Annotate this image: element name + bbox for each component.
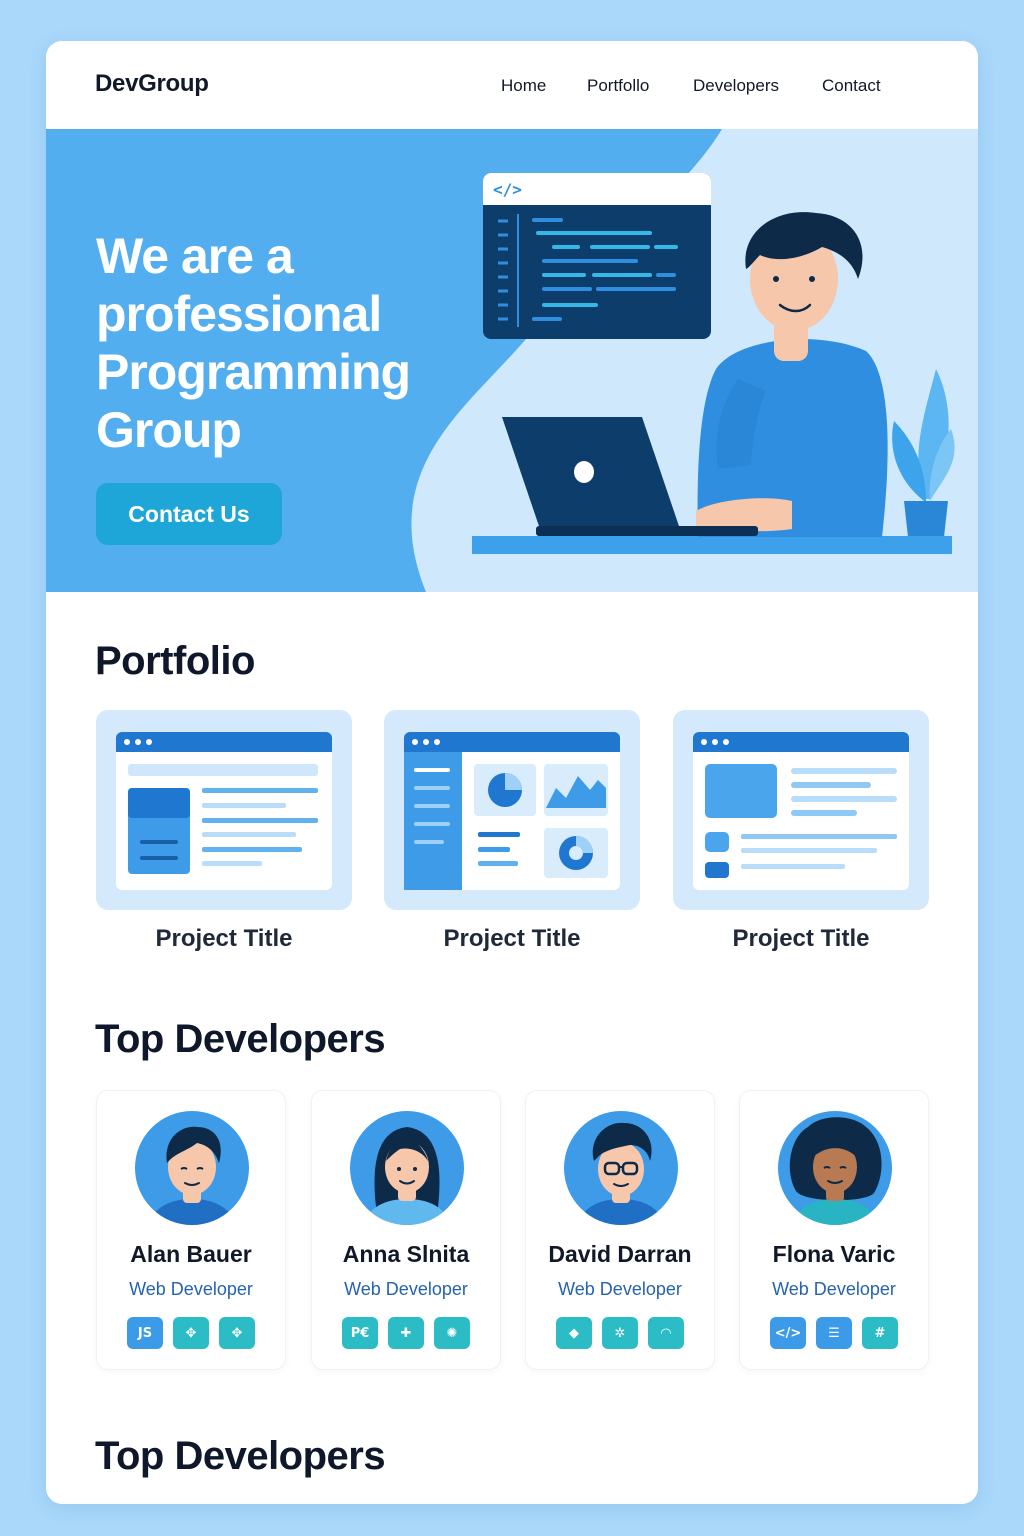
top-navbar: DevGroup Home Portfollo Developers Conta…	[46, 41, 978, 129]
developer-person-illustration	[696, 212, 888, 537]
page-card: DevGroup Home Portfollo Developers Conta…	[46, 41, 978, 1504]
puzzle-icon[interactable]: ✥	[173, 1317, 209, 1349]
code-window-icon: </>	[483, 173, 711, 339]
list-icon[interactable]: ☰	[816, 1317, 852, 1349]
avatar	[135, 1111, 249, 1225]
avatar	[350, 1111, 464, 1225]
hash-icon[interactable]: #	[862, 1317, 898, 1349]
hero-section: </> We are a professional Programming Gr…	[46, 129, 978, 592]
project-card-3[interactable]	[673, 710, 929, 910]
plant-icon	[892, 369, 955, 537]
svg-text:</>: </>	[493, 180, 522, 199]
desk	[472, 536, 952, 554]
top-developers-heading: Top Developers	[95, 1017, 386, 1061]
project-card-1[interactable]	[96, 710, 352, 910]
nav-link-developers[interactable]: Developers	[693, 76, 779, 96]
nav-link-home[interactable]: Home	[501, 76, 546, 96]
js-icon[interactable]: JS	[127, 1317, 163, 1349]
puzzle-icon[interactable]: ✥	[219, 1317, 255, 1349]
gear-icon[interactable]: ✲	[602, 1317, 638, 1349]
brain-icon[interactable]: ✺	[434, 1317, 470, 1349]
nav-link-contact[interactable]: Contact	[822, 76, 881, 96]
wifi-icon[interactable]: ◠	[648, 1317, 684, 1349]
contact-us-button[interactable]: Contact Us	[96, 483, 282, 545]
developer-name: Anna Slnita	[342, 1241, 470, 1267]
developer-role: Web Developer	[344, 1279, 468, 1299]
developer-name: David Darran	[548, 1241, 692, 1267]
developer-name: Flona Varic	[772, 1241, 896, 1267]
top-developers-heading-2: Top Developers	[95, 1434, 386, 1478]
developer-card-alan-bauer[interactable]: Alan Bauer Web Developer JS ✥ ✥	[96, 1090, 286, 1370]
project-title-2[interactable]: Project Title	[384, 925, 640, 953]
developer-card-flona-varic[interactable]: Flona Varic Web Developer </> ☰ #	[739, 1090, 929, 1370]
avatar	[778, 1111, 892, 1225]
skill-badges: P€ ✚ ✺	[312, 1317, 500, 1349]
project-title-1[interactable]: Project Title	[96, 925, 352, 953]
dashboard-thumbnail-icon	[404, 732, 620, 890]
project-thumbnail-icon	[693, 732, 909, 890]
portfolio-heading: Portfolio	[95, 639, 255, 683]
hero-title: We are a professional Programming Group	[96, 228, 411, 458]
cross-icon[interactable]: ✚	[388, 1317, 424, 1349]
developer-card-anna-slnita[interactable]: Anna Slnita Web Developer P€ ✚ ✺	[311, 1090, 501, 1370]
project-thumbnail-icon	[116, 732, 332, 890]
skill-badges: ◆ ✲ ◠	[526, 1317, 714, 1349]
avatar	[564, 1111, 678, 1225]
project-title-3[interactable]: Project Title	[673, 925, 929, 953]
skill-badges: JS ✥ ✥	[97, 1317, 285, 1349]
developer-role: Web Developer	[558, 1279, 682, 1299]
nav-link-portfolio[interactable]: Portfollo	[587, 76, 649, 96]
skill-badges: </> ☰ #	[740, 1317, 928, 1349]
developer-role: Web Developer	[772, 1279, 896, 1299]
site-logo[interactable]: DevGroup	[95, 70, 209, 98]
developer-name: Alan Bauer	[130, 1241, 252, 1267]
git-icon[interactable]: ◆	[556, 1317, 592, 1349]
developer-card-david-darran[interactable]: David Darran Web Developer ◆ ✲ ◠	[525, 1090, 715, 1370]
project-card-2[interactable]	[384, 710, 640, 910]
php-icon[interactable]: P€	[342, 1317, 378, 1349]
code-icon[interactable]: </>	[770, 1317, 806, 1349]
developer-role: Web Developer	[129, 1279, 253, 1299]
